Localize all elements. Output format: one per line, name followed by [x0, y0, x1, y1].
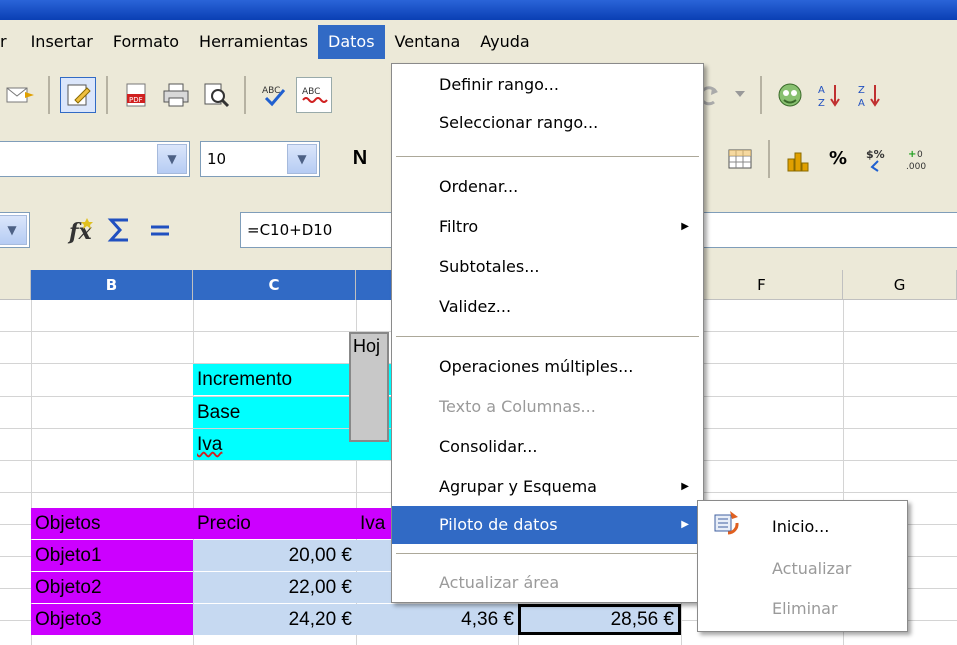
- menu-item-subtotales[interactable]: Subtotales...: [392, 248, 703, 286]
- svg-text:0: 0: [917, 150, 923, 160]
- standard-format-icon[interactable]: $%: [860, 141, 896, 177]
- percent-format-icon[interactable]: %: [820, 141, 856, 177]
- font-name-combo[interactable]: ▼: [0, 140, 190, 177]
- submenu-arrow-icon: ▶: [681, 221, 689, 232]
- piloto-submenu: Inicio... Actualizar Eliminar: [697, 500, 908, 632]
- hoj-label: Hoj: [353, 336, 381, 356]
- sort-ascending-icon[interactable]: AZ: [812, 77, 848, 113]
- menu-item-piloto-label: Piloto de datos: [439, 515, 558, 534]
- menu-bar: r Insertar Formato Herramientas Datos Ve…: [0, 20, 957, 63]
- column-header-f[interactable]: F: [681, 270, 843, 300]
- cell-objeto3[interactable]: Objeto3: [31, 604, 193, 635]
- menu-item-validez[interactable]: Validez...: [392, 288, 703, 326]
- cell-precio[interactable]: Precio: [193, 508, 356, 539]
- submenu-item-actualizar[interactable]: Actualizar: [698, 549, 907, 589]
- menu-datos[interactable]: Datos: [318, 24, 385, 59]
- font-size-combo[interactable]: 10 ▼: [200, 140, 320, 177]
- svg-text:Z: Z: [858, 85, 865, 96]
- menu-item-definir-rango[interactable]: Definir rango...: [392, 66, 703, 104]
- autospellcheck-icon[interactable]: ABC: [296, 77, 332, 113]
- menu-item-piloto-de-datos[interactable]: Piloto de datos ▶: [392, 506, 703, 544]
- datos-menu: Definir rango... Seleccionar rango... Or…: [391, 63, 704, 603]
- title-bar: [0, 0, 957, 20]
- cell-precio1[interactable]: 20,00 €: [193, 540, 356, 571]
- menu-herramientas[interactable]: Herramientas: [189, 25, 318, 59]
- menu-item-seleccionar-rango[interactable]: Seleccionar rango...: [392, 104, 703, 142]
- svg-text:ABC: ABC: [262, 86, 280, 96]
- menu-item-operaciones-multiples[interactable]: Operaciones múltiples...: [392, 348, 703, 386]
- submenu-item-eliminar[interactable]: Eliminar: [698, 589, 907, 629]
- menu-item-ordenar[interactable]: Ordenar...: [392, 168, 703, 206]
- menu-item-filtro-label: Filtro: [439, 217, 479, 236]
- chevron-down-icon[interactable]: ▼: [157, 143, 187, 174]
- menu-formato[interactable]: Formato: [103, 25, 189, 59]
- submenu-arrow-icon: ▶: [681, 519, 689, 530]
- svg-text:Z: Z: [818, 98, 825, 109]
- add-decimal-icon[interactable]: +0 .000: [900, 141, 936, 177]
- column-header-c[interactable]: C: [193, 270, 356, 300]
- svg-text:$%: $%: [866, 148, 885, 161]
- cell-precio3[interactable]: 24,20 €: [193, 604, 356, 635]
- cell-total3[interactable]: 28,56 €: [518, 604, 681, 635]
- cell-precio2[interactable]: 22,00 €: [193, 572, 356, 603]
- bold-button[interactable]: N: [342, 141, 378, 177]
- menu-insertar[interactable]: Insertar: [21, 25, 103, 59]
- hoj-overlay: Hoj: [349, 332, 389, 442]
- chevron-down-icon[interactable]: ▼: [0, 215, 27, 245]
- menu-ayuda[interactable]: Ayuda: [470, 25, 539, 59]
- spellcheck-icon[interactable]: ABC: [256, 77, 292, 113]
- cell-objetos[interactable]: Objetos: [31, 508, 193, 539]
- edit-mode-icon[interactable]: [60, 77, 96, 113]
- submenu-arrow-icon: ▶: [681, 481, 689, 492]
- menu-item-texto-a-columnas[interactable]: Texto a Columnas...: [392, 388, 703, 426]
- page-preview-icon[interactable]: [198, 77, 234, 113]
- export-pdf-icon[interactable]: PDF: [118, 77, 154, 113]
- function-icon[interactable]: [142, 212, 178, 248]
- borders-icon[interactable]: [722, 141, 758, 177]
- chevron-down-icon[interactable]: ▼: [287, 143, 317, 174]
- column-header-g[interactable]: G: [843, 270, 957, 300]
- cell-base[interactable]: Base: [193, 397, 356, 428]
- cell-incremento[interactable]: Incremento: [193, 364, 356, 395]
- print-icon[interactable]: [158, 77, 194, 113]
- menu-item-actualizar-area[interactable]: Actualizar área: [392, 564, 703, 602]
- cell-iva[interactable]: Iva: [193, 429, 356, 460]
- svg-text:+: +: [908, 149, 916, 160]
- cell-objeto2[interactable]: Objeto2: [31, 572, 193, 603]
- column-header-a[interactable]: [0, 270, 31, 300]
- menu-item-consolidar[interactable]: Consolidar...: [392, 428, 703, 466]
- function-wizard-icon[interactable]: fx: [62, 212, 98, 248]
- svg-text:ABC: ABC: [302, 87, 320, 97]
- submenu-item-inicio[interactable]: Inicio...: [698, 507, 907, 547]
- font-size-value: 10: [207, 149, 227, 168]
- spreadsheet-window: { "menubar": { "items": ["r", "Insertar"…: [0, 0, 957, 645]
- sum-icon[interactable]: [102, 212, 138, 248]
- redo-dropdown-icon[interactable]: [730, 77, 750, 113]
- menu-item-agrupar-esquema[interactable]: Agrupar y Esquema ▶: [392, 468, 703, 506]
- name-box[interactable]: ▼: [0, 212, 30, 248]
- svg-text:A: A: [858, 98, 865, 109]
- currency-format-icon[interactable]: [780, 141, 816, 177]
- column-header-b[interactable]: B: [31, 270, 193, 300]
- cell-iva3[interactable]: 4,36 €: [356, 604, 518, 635]
- sort-descending-icon[interactable]: ZA: [852, 77, 888, 113]
- menu-ver[interactable]: r: [0, 25, 21, 59]
- menu-item-agrupar-label: Agrupar y Esquema: [439, 477, 597, 496]
- svg-text:.000: .000: [906, 162, 926, 172]
- cell-objeto1[interactable]: Objeto1: [31, 540, 193, 571]
- send-icon[interactable]: [2, 77, 38, 113]
- navigator-icon[interactable]: [772, 77, 808, 113]
- menu-item-filtro[interactable]: Filtro ▶: [392, 208, 703, 246]
- svg-text:A: A: [818, 85, 825, 96]
- svg-text:PDF: PDF: [129, 96, 143, 104]
- menu-ventana[interactable]: Ventana: [385, 25, 471, 59]
